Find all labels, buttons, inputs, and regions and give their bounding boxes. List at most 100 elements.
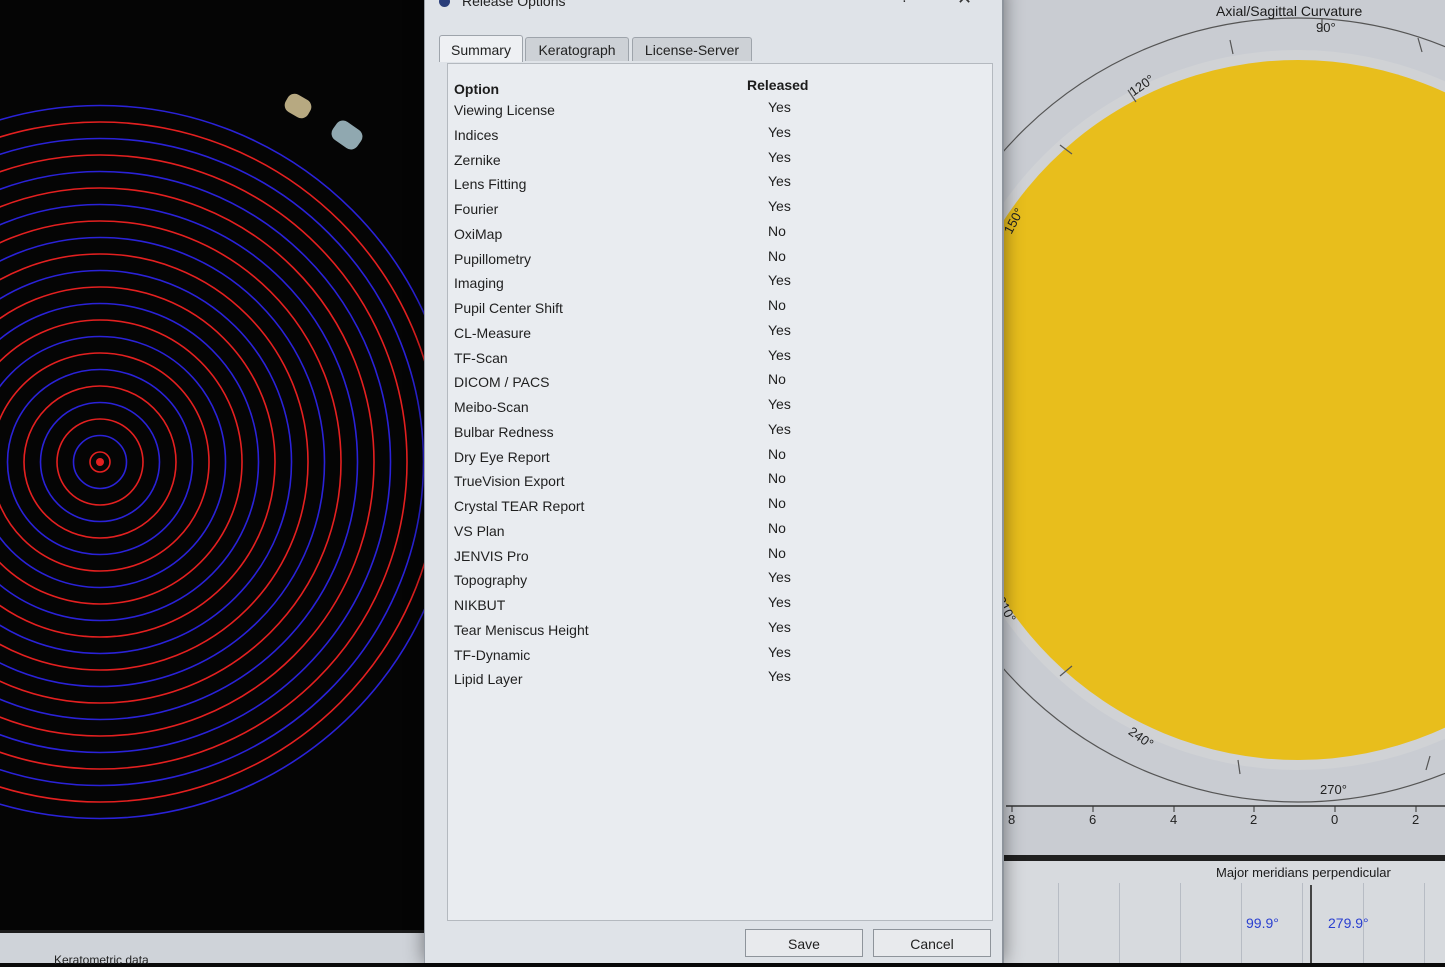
option-name: Lipid Layer <box>454 671 523 688</box>
app-icon <box>439 0 450 7</box>
scale-tick-label: 2 <box>1412 812 1419 827</box>
option-name: TF-Scan <box>454 349 508 366</box>
option-name: OxiMap <box>454 225 503 242</box>
map-title: Axial/Sagittal Curvature <box>1216 3 1363 19</box>
tab-license-server[interactable]: License-Server <box>632 37 752 61</box>
release-status: Yes <box>768 321 791 338</box>
option-name: Dry Eye Report <box>454 448 550 465</box>
option-name: Topography <box>454 572 528 589</box>
table-row: TrueVision Export No <box>448 470 992 495</box>
placido-ring <box>0 154 408 770</box>
release-status: Yes <box>768 148 791 165</box>
tab-summary[interactable]: Summary <box>439 35 523 62</box>
release-status: No <box>768 445 786 462</box>
column-header-option: Option <box>454 81 500 97</box>
release-status: No <box>768 470 786 487</box>
cancel-button[interactable]: Cancel <box>873 929 991 957</box>
option-name: VS Plan <box>454 522 505 539</box>
table-row: DICOM / PACS No <box>448 371 992 396</box>
table-row: Topography Yes <box>448 569 992 594</box>
placido-ring <box>0 253 309 671</box>
table-row: JENVIS Pro No <box>448 544 992 570</box>
option-name: Indices <box>454 126 499 143</box>
release-status: Yes <box>768 668 791 685</box>
angle-label-270: 270° <box>1320 782 1347 797</box>
meridian-value-1: 99.9° <box>1246 915 1279 931</box>
scale-tick-label: 6 <box>1089 812 1096 827</box>
help-button[interactable]: ? <box>901 0 908 6</box>
placido-ring-view <box>0 0 432 930</box>
table-row: Bulbar Redness Yes <box>448 420 992 446</box>
table-row: Lipid Layer Yes <box>448 668 992 693</box>
option-name: Pupillometry <box>454 250 532 267</box>
option-name: Pupil Center Shift <box>454 300 563 316</box>
close-icon[interactable]: ✕ <box>957 0 972 9</box>
release-status: No <box>768 297 786 313</box>
scale-tick-label: 4 <box>1170 812 1177 827</box>
release-status: No <box>768 519 786 536</box>
meridian-caption: Major meridians perpendicular <box>1216 865 1391 880</box>
option-name: Fourier <box>454 201 499 217</box>
table-row: Imaging Yes <box>448 272 992 297</box>
release-status: Yes <box>768 396 791 412</box>
option-name: Lens Fitting <box>454 176 527 193</box>
table-row: Lens Fitting Yes <box>448 173 992 198</box>
placido-ring <box>0 319 243 605</box>
ring-center-dot <box>96 458 104 466</box>
topography-map-view: 90° 120° 150° 210° 240° 270° 864202 Axia… <box>998 0 1445 963</box>
option-name: Viewing License <box>454 102 555 118</box>
release-status: No <box>768 371 786 388</box>
option-name: Tear Meniscus Height <box>454 621 589 638</box>
meridian-separator <box>1310 885 1312 963</box>
option-name: JENVIS Pro <box>454 547 529 564</box>
keratometric-data-header: Keratometric data <box>0 930 432 967</box>
dialog-titlebar: Release Options ? ✕ <box>425 0 1002 12</box>
placido-ring <box>0 203 359 721</box>
table-row: TF-Dynamic Yes <box>448 643 992 669</box>
scale-tick-label: 8 <box>1008 812 1015 827</box>
option-name: Meibo-Scan <box>454 399 529 415</box>
placido-ring <box>0 104 432 820</box>
keratometric-data-label: Keratometric data <box>54 953 149 967</box>
summary-panel: Option Released Viewing License Yes Indice… <box>447 63 993 921</box>
release-status: Yes <box>768 346 791 363</box>
table-row: Zernike Yes <box>448 148 992 174</box>
placido-ring <box>0 302 260 622</box>
save-button[interactable]: Save <box>745 929 863 957</box>
tab-keratograph[interactable]: Keratograph <box>525 37 629 61</box>
option-name: CL-Measure <box>454 324 532 341</box>
option-name: Zernike <box>454 151 501 168</box>
axial-curvature-map: 90° 120° 150° 210° 240° 270° 864202 <box>998 17 1445 827</box>
curvature-fill-area <box>998 60 1445 760</box>
option-name: TrueVision Export <box>454 473 565 490</box>
table-row: VS Plan No <box>448 519 992 545</box>
option-name: TF-Dynamic <box>454 646 531 663</box>
release-status: Yes <box>768 173 791 190</box>
release-status: Yes <box>768 643 791 660</box>
table-row: Dry Eye Report No <box>448 445 992 471</box>
release-status: Yes <box>768 272 791 289</box>
scale-ticks: 8 6 4 2 0 2 <box>1008 806 1419 827</box>
release-status: Yes <box>768 594 791 610</box>
release-status: Yes <box>768 198 791 214</box>
column-header-released: Released <box>747 77 809 93</box>
release-status: Yes <box>768 99 791 115</box>
release-status: Yes <box>768 569 791 586</box>
release-status: Yes <box>768 420 791 437</box>
option-name: Bulbar Redness <box>454 423 554 440</box>
scale-tick-label: 2 <box>1250 812 1257 827</box>
table-row: TF-Scan Yes <box>448 346 992 372</box>
table-row: Indices Yes <box>448 124 992 149</box>
placido-ring <box>0 236 326 688</box>
release-status: No <box>768 495 786 511</box>
table-row: Crystal TEAR Report No <box>448 495 992 520</box>
release-status: No <box>768 544 786 561</box>
release-status: Yes <box>768 618 791 635</box>
release-status: No <box>768 222 786 239</box>
release-status: No <box>768 247 786 264</box>
table-row: CL-Measure Yes <box>448 321 992 347</box>
table-row: Pupillometry No <box>448 247 992 273</box>
placido-rings-graphic <box>0 104 432 820</box>
placido-ring <box>0 137 425 787</box>
table-row: OxiMap No <box>448 222 992 248</box>
